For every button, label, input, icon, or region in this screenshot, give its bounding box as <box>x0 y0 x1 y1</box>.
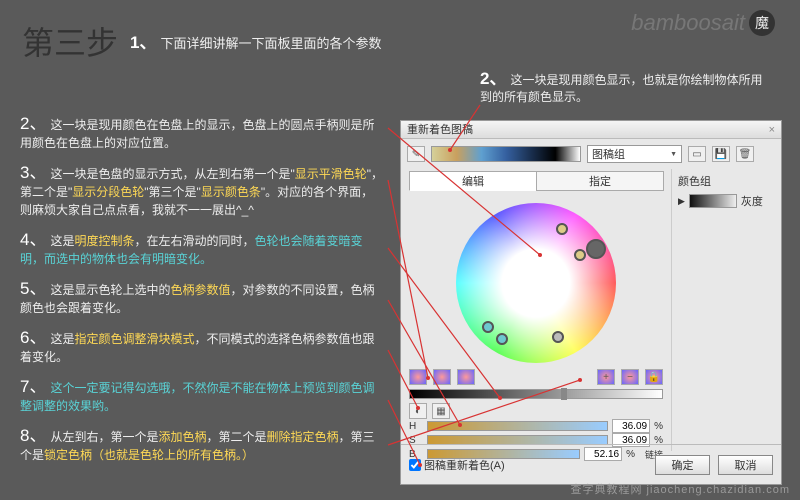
preset-select[interactable]: 图稿组 <box>587 145 682 163</box>
ok-button[interactable]: 确定 <box>655 455 710 475</box>
panel-footer: 图稿重新着色(A) 确定 取消 <box>401 444 781 484</box>
color-handle[interactable] <box>556 223 568 235</box>
hl: 色柄参数值 <box>170 283 230 297</box>
annotation-2: 2、这一块是现用颜色显示，也就是你绘制物体所用到的所有颜色显示。 <box>480 70 770 106</box>
save-icon[interactable]: 💾 <box>712 146 730 162</box>
color-handle[interactable] <box>574 249 586 261</box>
checkbox-text: 图稿重新着色(A) <box>424 457 505 473</box>
slider-mode-icon[interactable]: ◐ <box>409 403 427 419</box>
remove-handle-icon[interactable]: − <box>621 369 639 385</box>
h-slider[interactable] <box>427 421 608 431</box>
segment-wheel-icon[interactable] <box>433 369 451 385</box>
t: ，第二个是 <box>207 430 267 444</box>
color-handle[interactable] <box>552 331 564 343</box>
color-groups-label: 颜色组 <box>678 173 775 189</box>
wheel-mode-icons: + − 🔒 <box>409 369 663 385</box>
panel-title: 重新着色图稿 <box>407 121 473 138</box>
brightness-slider[interactable] <box>409 389 663 399</box>
annotation-item-6: 6、这是指定颜色调整滑块模式，不同模式的选择色柄参数值也跟着变化。 <box>20 329 385 366</box>
color-bars-icon[interactable] <box>457 369 475 385</box>
annotation-item-4: 4、这是明度控制条，在左右滑动的同时，色轮也会随着变暗变明，而选中的物体也会有明… <box>20 231 385 268</box>
t: 从左到右，第一个是 <box>50 430 158 444</box>
h-label: H <box>409 421 423 432</box>
eyedropper-icon[interactable]: ✎ <box>407 146 425 162</box>
hl: 显示颜色条 <box>201 185 261 199</box>
recolor-panel: 重新着色图稿 × ✎ 图稿组 ▭ 💾 🗑 编辑 指定 <box>400 120 782 485</box>
item-number: 6、 <box>20 328 46 347</box>
annotation-2-number: 2、 <box>480 69 506 88</box>
hl: 添加色柄 <box>158 430 206 444</box>
t: 这是 <box>50 234 74 248</box>
color-wheel[interactable] <box>456 203 616 363</box>
t: 这是显示色轮上选中的 <box>50 283 170 297</box>
annotation-item-2: 2、这一块是现用颜色在色盘上的显示，色盘上的圆点手柄则是所用颜色在色盘上的对应位… <box>20 115 385 152</box>
brand: bamboosait <box>631 10 775 36</box>
tab-assign[interactable]: 指定 <box>536 171 664 191</box>
h-param-row: H% <box>409 419 663 433</box>
panel-right-column: 颜色组 ▶ 灰度 <box>671 169 781 451</box>
h-input[interactable] <box>612 419 650 433</box>
intro-text: 下面详细讲解一下面板里面的各个参数 <box>160 36 381 51</box>
current-colors-bar[interactable] <box>431 146 581 162</box>
recolor-checkbox-label[interactable]: 图稿重新着色(A) <box>409 457 505 473</box>
t: 这是 <box>50 332 74 346</box>
item-number: 8、 <box>20 426 46 445</box>
lock-handle-icon[interactable]: 🔒 <box>645 369 663 385</box>
item-number: 7、 <box>20 377 46 396</box>
hl: 删除指定色柄 <box>267 430 339 444</box>
add-handle-icon[interactable]: + <box>597 369 615 385</box>
slider-mode-icon[interactable]: ▦ <box>432 403 450 419</box>
t: 这一块是色盘的显示方式，从左到右第一个是" <box>50 167 294 181</box>
unit: % <box>654 421 663 432</box>
cancel-button[interactable]: 取消 <box>718 455 773 475</box>
t: "第三个是" <box>144 185 201 199</box>
annotation-item-3: 3、这一块是色盘的显示方式，从左到右第一个是"显示平滑色轮"，第二个是"显示分段… <box>20 164 385 219</box>
annotation-item-8: 8、从左到右，第一个是添加色柄，第二个是删除指定色柄，第三个是锁定色柄（也就是色… <box>20 427 385 464</box>
item-number: 3、 <box>20 163 46 182</box>
color-handle-active[interactable] <box>586 239 606 259</box>
close-icon[interactable]: × <box>769 121 775 138</box>
hl-cyan: 这个一定要记得勾选哦，不然你是不能在物体上预览到颜色调整调整的效果哟。 <box>20 381 374 413</box>
panel-left-column: 编辑 指定 + − 🔒 ◐ <box>401 169 671 451</box>
expand-icon[interactable]: ▶ <box>678 196 685 207</box>
item-number: 4、 <box>20 230 46 249</box>
watermark: 查字典教程网 jiaocheng.chazidian.com <box>570 481 790 497</box>
hl: 锁定色柄（也就是色轮上的所有色柄。） <box>44 448 254 462</box>
hl: 明度控制条 <box>74 234 134 248</box>
intro-line: 1、下面详细讲解一下面板里面的各个参数 <box>130 28 381 53</box>
hl: 显示平滑色轮 <box>295 167 367 181</box>
color-handle[interactable] <box>496 333 508 345</box>
item-number: 5、 <box>20 279 46 298</box>
hl: 显示分段色轮 <box>72 185 144 199</box>
swatch-gradient <box>689 194 737 208</box>
panel-top-row: ✎ 图稿组 ▭ 💾 🗑 <box>401 139 781 169</box>
left-annotations: 2、这一块是现用颜色在色盘上的显示，色盘上的圆点手柄则是所用颜色在色盘上的对应位… <box>20 115 385 476</box>
preset-label: 图稿组 <box>592 146 625 162</box>
annotation-item-7: 7、这个一定要记得勾选哦，不然你是不能在物体上预览到颜色调整调整的效果哟。 <box>20 378 385 415</box>
hl: 指定颜色调整滑块模式 <box>74 332 194 346</box>
recolor-checkbox[interactable] <box>409 459 421 471</box>
folder-icon[interactable]: ▭ <box>688 146 706 162</box>
smooth-wheel-icon[interactable] <box>409 369 427 385</box>
page-title: 第三步 <box>22 18 118 64</box>
annotation-item-5: 5、这是显示色轮上选中的色柄参数值，对参数的不同设置，色柄颜色也会跟着变化。 <box>20 280 385 317</box>
item-text: 这一块是现用颜色在色盘上的显示，色盘上的圆点手柄则是所用颜色在色盘上的对应位置。 <box>20 118 374 150</box>
slider-mode-icons: ◐ ▦ <box>409 403 663 419</box>
color-handle[interactable] <box>482 321 494 333</box>
swatch-name: 灰度 <box>741 193 763 209</box>
intro-number: 1、 <box>130 33 156 52</box>
item-number: 2、 <box>20 114 46 133</box>
color-group-item[interactable]: ▶ 灰度 <box>678 193 775 209</box>
annotation-2-text: 这一块是现用颜色显示，也就是你绘制物体所用到的所有颜色显示。 <box>480 73 762 104</box>
tab-edit[interactable]: 编辑 <box>409 171 537 191</box>
trash-icon[interactable]: 🗑 <box>736 146 754 162</box>
t: ，在左右滑动的同时， <box>135 234 255 248</box>
panel-titlebar: 重新着色图稿 × <box>401 121 781 139</box>
tabs: 编辑 指定 <box>409 171 663 191</box>
